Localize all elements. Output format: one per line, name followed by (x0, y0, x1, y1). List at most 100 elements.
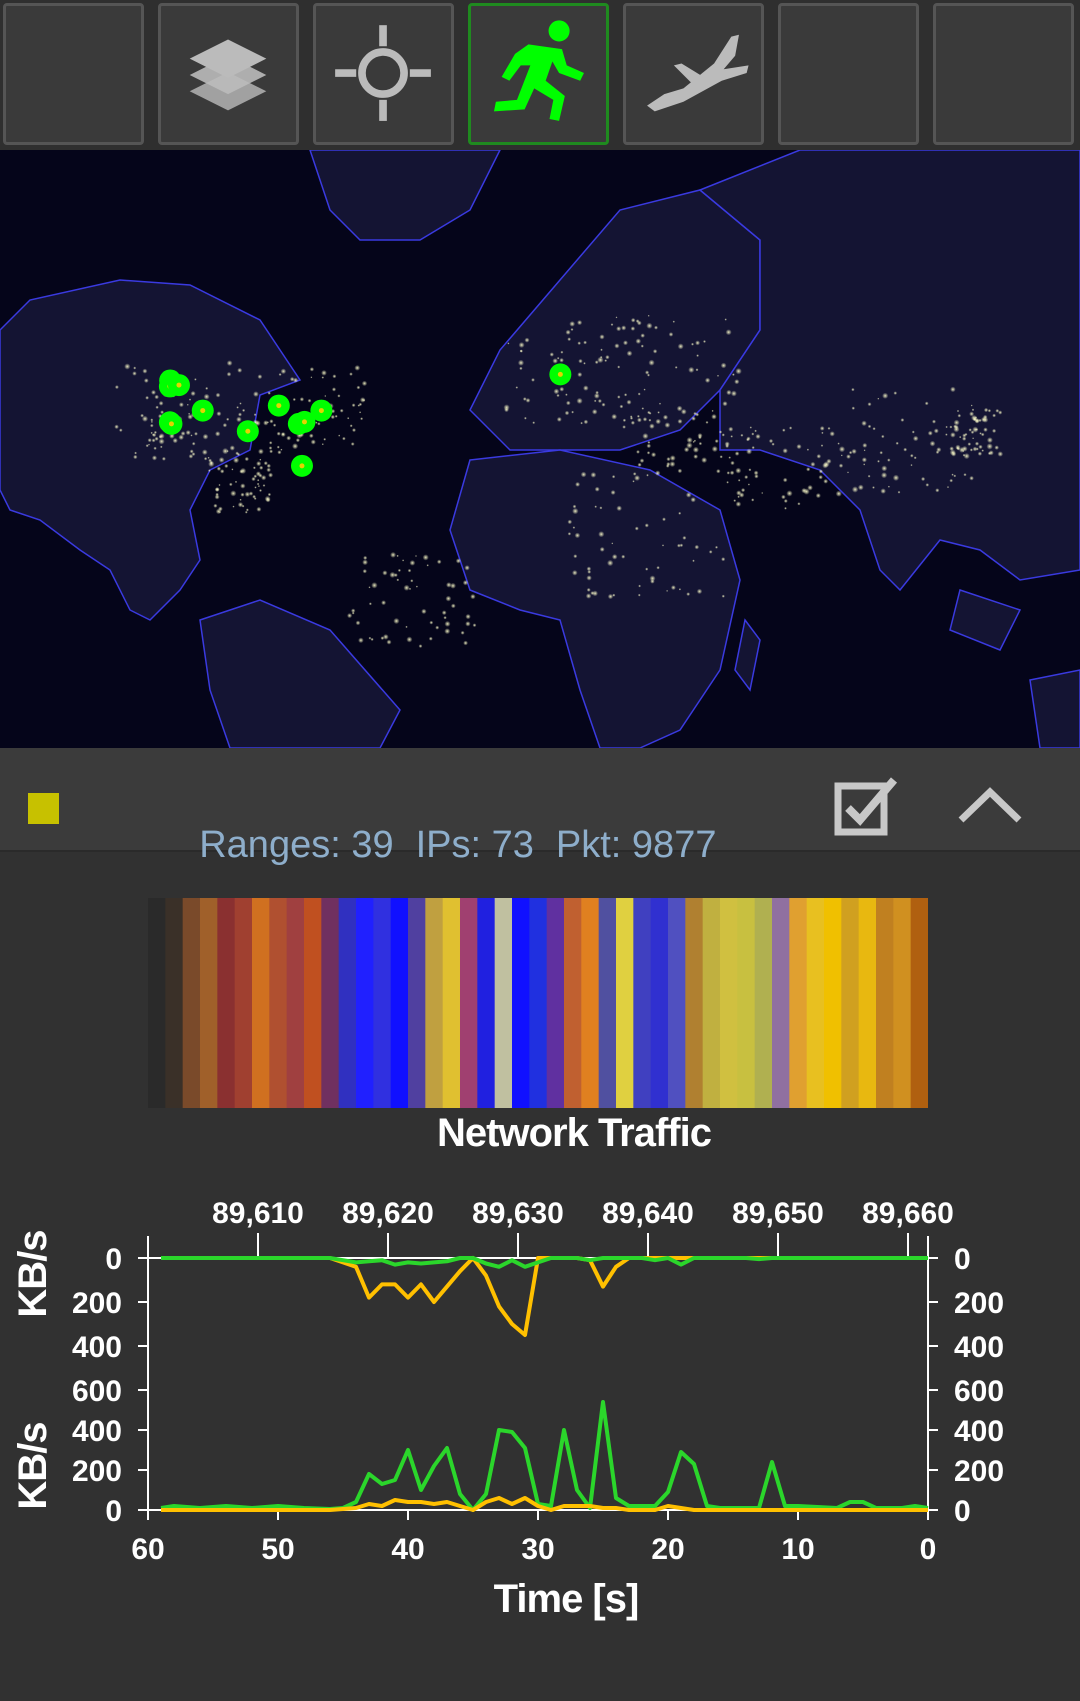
city-light (245, 508, 249, 512)
city-light (615, 316, 618, 319)
toolbar-button-runner[interactable] (468, 3, 609, 145)
city-light (577, 320, 583, 326)
city-light (397, 568, 401, 572)
ip-location-marker[interactable] (160, 412, 183, 435)
city-light (517, 359, 525, 366)
city-light (688, 366, 695, 373)
map-canvas[interactable] (0, 150, 1080, 748)
city-light (415, 585, 418, 588)
toolbar-button-empty[interactable] (778, 3, 919, 145)
city-light (677, 343, 684, 350)
ip-location-marker[interactable] (267, 394, 290, 417)
city-light (119, 428, 123, 433)
city-light (251, 476, 256, 482)
city-light (640, 344, 644, 348)
city-light (755, 433, 761, 440)
city-light (585, 593, 592, 599)
city-light (158, 433, 165, 440)
city-light (599, 506, 603, 510)
ip-location-marker[interactable] (310, 399, 333, 422)
ip-location-marker[interactable] (191, 399, 214, 422)
city-light (396, 554, 399, 558)
spectrum-band (893, 898, 912, 1108)
city-light (634, 475, 641, 481)
city-light (209, 460, 213, 465)
city-light (519, 349, 524, 353)
city-light (986, 443, 993, 450)
city-light (407, 568, 412, 573)
city-light (232, 505, 235, 508)
lower-y-tick-label-right: 400 (954, 1415, 1004, 1448)
city-light (912, 435, 919, 442)
city-light (371, 582, 378, 589)
upper-y-tick-label-right: 400 (954, 1331, 1004, 1364)
city-light (191, 441, 196, 446)
city-light (724, 441, 730, 447)
ip-location-marker[interactable] (549, 363, 572, 386)
upper-y-tick-label: 400 (72, 1331, 122, 1364)
city-light (748, 468, 752, 472)
toolbar-button-crosshair[interactable] (313, 3, 454, 145)
city-light (268, 472, 274, 478)
city-light (231, 468, 234, 471)
city-light (645, 370, 650, 375)
city-light (269, 419, 274, 424)
city-light (418, 644, 423, 648)
city-light (932, 419, 936, 424)
city-light (927, 430, 933, 436)
city-light (114, 385, 119, 390)
spectrum-band (148, 898, 166, 1108)
city-light (969, 411, 975, 417)
spectrum-band (252, 898, 270, 1108)
spectrum-band (304, 898, 322, 1108)
city-light (783, 499, 788, 503)
runner-icon (493, 20, 584, 121)
top-axis-tick-label: 89,660 (862, 1197, 954, 1230)
collapse-button[interactable] (955, 778, 1025, 838)
city-light (363, 555, 368, 560)
city-light (178, 434, 184, 441)
city-light (945, 433, 948, 436)
city-light (572, 504, 577, 509)
city-light (971, 408, 975, 412)
city-light (567, 532, 572, 536)
ip-location-marker[interactable] (290, 454, 313, 477)
chart-title: Network Traffic (437, 1111, 712, 1155)
city-light (569, 321, 576, 327)
city-light (229, 445, 235, 451)
city-light (657, 411, 660, 414)
city-light (626, 399, 632, 405)
city-light (190, 434, 193, 437)
city-light (863, 463, 866, 466)
x-tick-label: 10 (781, 1533, 814, 1566)
city-light (403, 584, 410, 591)
city-light (158, 438, 165, 445)
city-light (711, 409, 714, 412)
city-light (734, 451, 740, 456)
city-light (716, 374, 720, 377)
city-light (524, 337, 530, 343)
city-light (974, 441, 980, 446)
checkbox-button[interactable] (834, 776, 900, 838)
toolbar-button-empty[interactable] (3, 3, 144, 145)
city-light (321, 376, 325, 379)
toolbar-button-layers[interactable] (158, 3, 299, 145)
city-light (725, 329, 732, 336)
city-light (590, 472, 597, 478)
airplane-icon (647, 34, 749, 112)
city-light (208, 469, 211, 472)
city-light (672, 320, 675, 323)
city-light (911, 430, 915, 434)
city-light (140, 413, 145, 418)
ip-location-marker[interactable] (236, 420, 259, 443)
toolbar-button-empty[interactable] (933, 3, 1074, 145)
world-map[interactable] (0, 150, 1080, 748)
city-light (349, 424, 353, 428)
city-light (686, 437, 693, 444)
lower-y-tick-label-right: 200 (954, 1455, 1004, 1488)
city-light (151, 455, 158, 461)
lower-y-tick-label: 400 (72, 1415, 122, 1448)
toolbar-button-airplane[interactable] (623, 3, 764, 145)
ip-location-marker[interactable] (167, 374, 190, 397)
city-light (847, 471, 849, 474)
